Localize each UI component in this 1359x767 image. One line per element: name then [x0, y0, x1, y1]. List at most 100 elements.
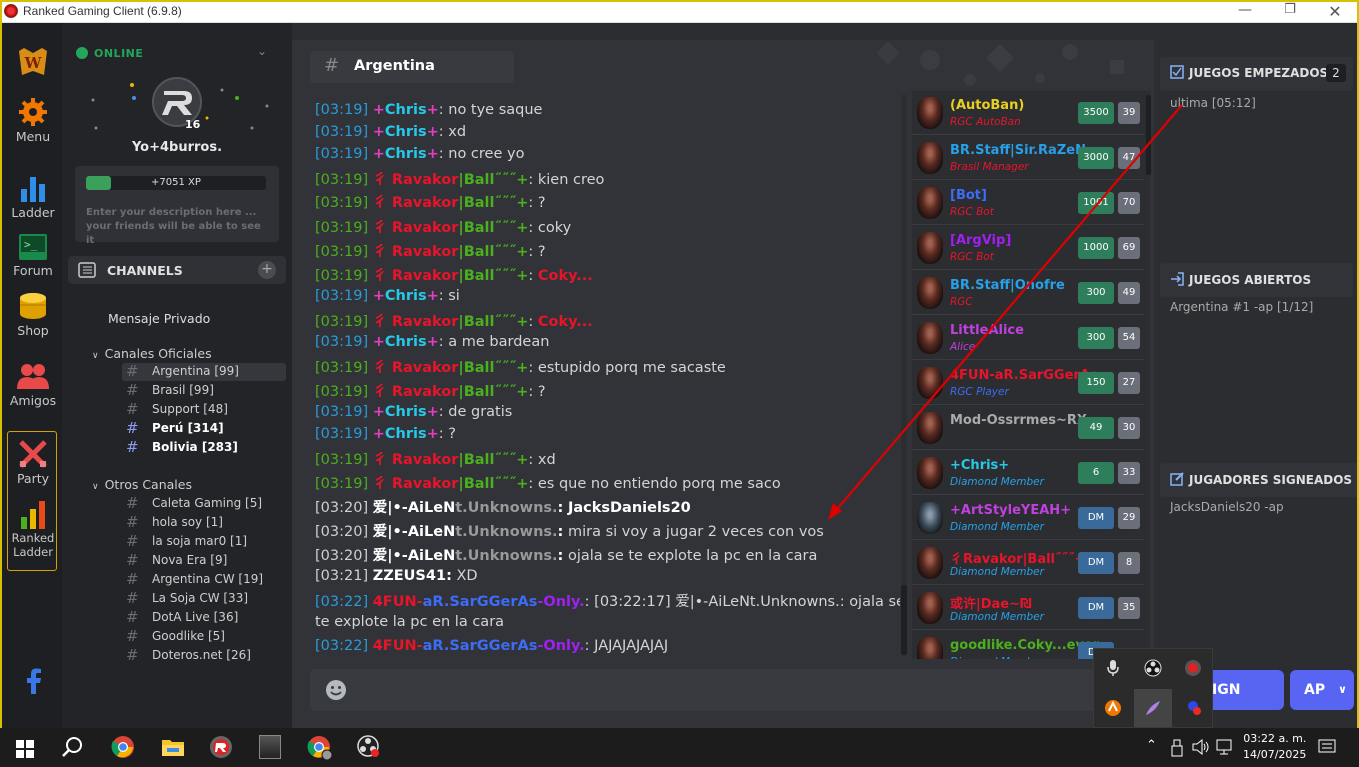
name-icon: 彳: [372, 314, 388, 330]
channel-item[interactable]: # DotA Live [36]: [122, 608, 286, 627]
name-icon: 彳: [372, 360, 388, 376]
chat-message: [03:19] +Chris+: no cree yo: [315, 146, 524, 162]
message-colon: :: [528, 220, 534, 236]
message-list: [03:19] +Chris+: no tye saque [03:19] +Ch…: [310, 88, 900, 658]
username-sargg: aR.SarGGerAs: [422, 594, 538, 610]
obs-taskbar-icon[interactable]: [357, 735, 381, 759]
rgc-tray-icon[interactable]: [1184, 659, 1202, 677]
nav-party[interactable]: Party: [4, 439, 62, 486]
message-colon: :: [528, 360, 534, 376]
tray-expand-icon[interactable]: ⌃: [1146, 738, 1157, 753]
windows-start-icon[interactable]: [16, 740, 34, 758]
nav-shop[interactable]: Shop: [4, 291, 62, 338]
emoji-icon[interactable]: [325, 679, 347, 701]
obs-icon[interactable]: [1144, 659, 1162, 677]
facebook-icon[interactable]: [4, 668, 62, 697]
rgc-taskbar-icon[interactable]: [209, 735, 233, 759]
name-marks: ˝˝˝: [494, 360, 517, 376]
channel-item[interactable]: # La Soja CW [33]: [122, 589, 286, 608]
message-timestamp: [03:19]: [315, 426, 369, 442]
nav-ladder[interactable]: Ladder: [4, 173, 62, 220]
ap-dropdown-button[interactable]: AP ∨: [1290, 670, 1354, 710]
chat-scrollbar-thumb[interactable]: [901, 585, 907, 655]
maximize-button[interactable]: ❐: [1280, 2, 1300, 17]
chrome-profile-icon[interactable]: [307, 735, 333, 761]
file-explorer-icon[interactable]: [161, 737, 185, 757]
status-dropdown-icon[interactable]: ⌄: [257, 44, 267, 58]
microphone-icon[interactable]: [1106, 659, 1120, 677]
message-colon: :: [528, 244, 534, 260]
channel-item[interactable]: # Argentina CW [19]: [122, 570, 286, 589]
member-row[interactable]: 彳Ravakor|Ball˝˝˝+ Diamond Member DM 8: [912, 541, 1144, 585]
main-nav: W Menu Ladder >_ Forum Shop Amigos Party…: [0, 23, 62, 728]
game-taskbar-icon[interactable]: [259, 735, 281, 759]
message-colon: :: [557, 500, 564, 516]
nav-ladder-label: Ladder: [11, 205, 55, 220]
terminal-icon: >_: [19, 234, 47, 260]
chat-message: [03:19] +Chris+: de gratis: [315, 404, 512, 420]
nav-ranked-ladder[interactable]: Ranked Ladder: [4, 501, 62, 559]
chat-message-continuation: te explote la pc en la cara: [315, 614, 504, 630]
name-plus: +: [372, 426, 385, 442]
private-message-item[interactable]: Mensaje Privado: [108, 311, 210, 326]
channel-item[interactable]: # Doteros.net [26]: [122, 646, 286, 665]
name-suffix: -Only.: [537, 638, 585, 654]
channel-label: La Soja CW [33]: [152, 591, 249, 605]
description-field[interactable]: Enter your description here ... your fri…: [86, 206, 266, 248]
message-input[interactable]: [310, 669, 1110, 711]
official-channels-group[interactable]: ∨ Canales Oficiales: [92, 346, 212, 361]
name-suffix: t.Unknowns.: [455, 500, 558, 516]
open-game-item[interactable]: Argentina #1 -ap [1/12]: [1170, 300, 1313, 314]
message-colon: :: [438, 334, 444, 350]
name-marks: ˝˝˝: [494, 476, 517, 492]
channel-item[interactable]: # Brasil [99]: [122, 381, 286, 400]
nav-menu[interactable]: Menu: [4, 97, 62, 144]
usb-icon[interactable]: [1171, 739, 1183, 757]
minimize-button[interactable]: —: [1235, 2, 1255, 18]
channels-title: CHANNELS: [107, 263, 183, 278]
username-chris: Chris: [384, 288, 427, 304]
channel-item[interactable]: # Nova Era [9]: [122, 551, 286, 570]
member-row[interactable]: 或许|Dae~₪ Diamond Member DM 35: [912, 586, 1144, 630]
nav-amigos[interactable]: Amigos: [4, 361, 62, 408]
message-timestamp: [03:19]: [315, 452, 369, 468]
chevron-down-icon: ∨: [92, 482, 99, 492]
channel-item[interactable]: # Support [48]: [122, 400, 286, 419]
close-button[interactable]: ✕: [1325, 2, 1345, 21]
nav-forum[interactable]: >_ Forum: [4, 233, 62, 278]
other-channels-group[interactable]: ∨ Otros Canales: [92, 477, 192, 492]
channel-item[interactable]: # Perú [314]: [122, 419, 286, 438]
avast-icon[interactable]: [1104, 699, 1122, 717]
add-channel-button[interactable]: +: [258, 261, 276, 279]
channel-item[interactable]: # hola soy [1]: [122, 513, 286, 532]
volume-icon[interactable]: [1192, 739, 1210, 755]
wc3-logo-icon[interactable]: W: [4, 45, 62, 82]
message-timestamp: [03:19]: [315, 102, 369, 118]
channel-item[interactable]: # la soja mar0 [1]: [122, 532, 286, 551]
name-marks: ˝˝˝: [494, 172, 517, 188]
name-plus: +: [426, 334, 439, 350]
avatar: [917, 637, 943, 659]
message-colon: :: [438, 146, 444, 162]
network-tray-icon[interactable]: [1184, 699, 1202, 717]
nav-party-label: Party: [16, 471, 50, 486]
name-prefix: 4FUN-: [372, 594, 423, 610]
network-icon[interactable]: [1216, 739, 1234, 755]
message-timestamp: [03:19]: [315, 314, 369, 330]
clock[interactable]: 03:22 a. m. 14/07/2025: [1243, 732, 1306, 761]
channel-item[interactable]: # Bolivia [283]: [122, 438, 286, 457]
notifications-icon[interactable]: [1318, 739, 1336, 755]
feather-icon[interactable]: [1144, 699, 1162, 717]
channel-item[interactable]: # Caleta Gaming [5]: [122, 494, 286, 513]
annotation-arrow: [828, 104, 1183, 520]
message-colon: :: [584, 594, 590, 610]
username-ball: Ball: [463, 314, 495, 330]
message-timestamp: [03:19]: [315, 334, 369, 350]
chat-message: [03:19] 彳 Ravakor|Ball˝˝˝+: Coky...: [315, 310, 593, 331]
search-icon[interactable]: [61, 736, 83, 758]
channel-label: hola soy [1]: [152, 515, 223, 529]
chrome-icon[interactable]: [111, 735, 135, 759]
channel-item[interactable]: # Goodlike [5]: [122, 627, 286, 646]
channel-item[interactable]: # Argentina [99]: [122, 362, 286, 381]
name-icon: 彳: [372, 244, 388, 260]
